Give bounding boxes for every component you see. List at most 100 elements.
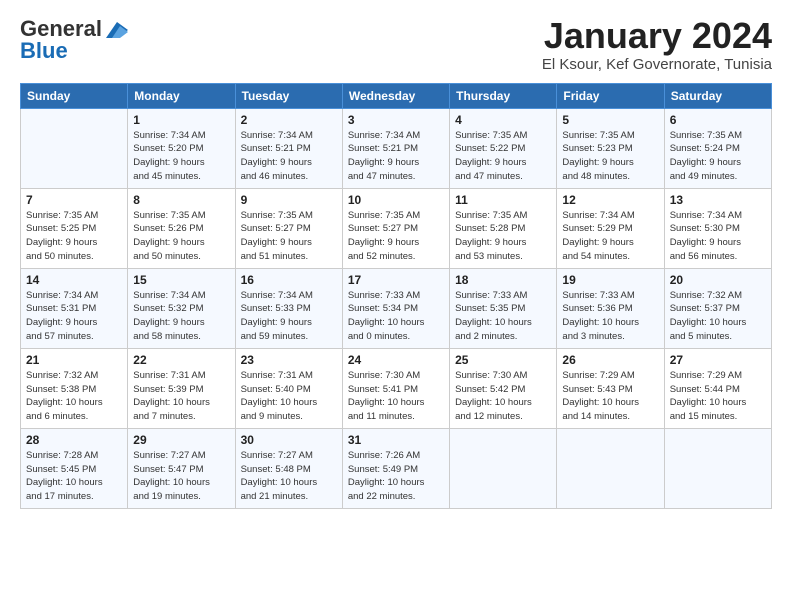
- day-number: 17: [348, 273, 444, 287]
- day-info: Sunrise: 7:35 AM Sunset: 5:26 PM Dayligh…: [133, 209, 229, 264]
- day-cell: 31 Sunrise: 7:26 AM Sunset: 5:49 PM Dayli…: [342, 428, 449, 508]
- day-info: Sunrise: 7:34 AM Sunset: 5:32 PM Dayligh…: [133, 289, 229, 344]
- header-cell-thursday: Thursday: [450, 83, 557, 108]
- header-cell-tuesday: Tuesday: [235, 83, 342, 108]
- day-info: Sunrise: 7:35 AM Sunset: 5:27 PM Dayligh…: [241, 209, 337, 264]
- day-cell: 17 Sunrise: 7:33 AM Sunset: 5:34 PM Dayli…: [342, 268, 449, 348]
- day-number: 29: [133, 433, 229, 447]
- day-cell: [664, 428, 771, 508]
- day-number: 9: [241, 193, 337, 207]
- day-cell: 28Sunrise: 7:28 AM Sunset: 5:45 PM Dayli…: [21, 428, 128, 508]
- day-cell: 14 Sunrise: 7:34 AM Sunset: 5:31 PM Dayli…: [21, 268, 128, 348]
- day-cell: 20 Sunrise: 7:32 AM Sunset: 5:37 PM Dayli…: [664, 268, 771, 348]
- header-cell-sunday: Sunday: [21, 83, 128, 108]
- day-cell: 25 Sunrise: 7:30 AM Sunset: 5:42 PM Dayli…: [450, 348, 557, 428]
- calendar-table: SundayMondayTuesdayWednesdayThursdayFrid…: [20, 83, 772, 509]
- day-info: Sunrise: 7:27 AM Sunset: 5:48 PM Dayligh…: [241, 449, 337, 504]
- day-cell: 12Sunrise: 7:34 AM Sunset: 5:29 PM Dayli…: [557, 188, 664, 268]
- day-info: Sunrise: 7:34 AM Sunset: 5:31 PM Dayligh…: [26, 289, 122, 344]
- day-cell: 29 Sunrise: 7:27 AM Sunset: 5:47 PM Dayli…: [128, 428, 235, 508]
- day-cell: 30 Sunrise: 7:27 AM Sunset: 5:48 PM Dayli…: [235, 428, 342, 508]
- day-number: 4: [455, 113, 551, 127]
- day-info: Sunrise: 7:31 AM Sunset: 5:40 PM Dayligh…: [241, 369, 337, 424]
- day-number: 3: [348, 113, 444, 127]
- day-info: Sunrise: 7:33 AM Sunset: 5:35 PM Dayligh…: [455, 289, 551, 344]
- week-row-5: 28Sunrise: 7:28 AM Sunset: 5:45 PM Dayli…: [21, 428, 772, 508]
- day-cell: 3 Sunrise: 7:34 AM Sunset: 5:21 PM Daylig…: [342, 108, 449, 188]
- day-info: Sunrise: 7:28 AM Sunset: 5:45 PM Dayligh…: [26, 449, 122, 504]
- week-row-1: 1Sunrise: 7:34 AM Sunset: 5:20 PM Daylig…: [21, 108, 772, 188]
- header-cell-wednesday: Wednesday: [342, 83, 449, 108]
- day-cell: [450, 428, 557, 508]
- day-cell: 8 Sunrise: 7:35 AM Sunset: 5:26 PM Daylig…: [128, 188, 235, 268]
- day-number: 22: [133, 353, 229, 367]
- day-cell: 7 Sunrise: 7:35 AM Sunset: 5:25 PM Daylig…: [21, 188, 128, 268]
- day-cell: 26 Sunrise: 7:29 AM Sunset: 5:43 PM Dayli…: [557, 348, 664, 428]
- day-cell: [21, 108, 128, 188]
- logo-blue: Blue: [20, 38, 68, 64]
- day-info: Sunrise: 7:34 AM Sunset: 5:21 PM Dayligh…: [241, 129, 337, 184]
- day-number: 14: [26, 273, 122, 287]
- title-area: January 2024 El Ksour, Kef Governorate, …: [542, 16, 772, 73]
- day-cell: 2Sunrise: 7:34 AM Sunset: 5:21 PM Daylig…: [235, 108, 342, 188]
- day-info: Sunrise: 7:30 AM Sunset: 5:42 PM Dayligh…: [455, 369, 551, 424]
- day-info: Sunrise: 7:27 AM Sunset: 5:47 PM Dayligh…: [133, 449, 229, 504]
- logo: General Blue: [20, 16, 128, 64]
- week-row-2: 7 Sunrise: 7:35 AM Sunset: 5:25 PM Daylig…: [21, 188, 772, 268]
- day-number: 7: [26, 193, 122, 207]
- day-number: 8: [133, 193, 229, 207]
- day-info: Sunrise: 7:32 AM Sunset: 5:37 PM Dayligh…: [670, 289, 766, 344]
- day-info: Sunrise: 7:30 AM Sunset: 5:41 PM Dayligh…: [348, 369, 444, 424]
- day-cell: 5Sunrise: 7:35 AM Sunset: 5:23 PM Daylig…: [557, 108, 664, 188]
- day-number: 13: [670, 193, 766, 207]
- day-number: 10: [348, 193, 444, 207]
- day-cell: 9 Sunrise: 7:35 AM Sunset: 5:27 PM Daylig…: [235, 188, 342, 268]
- day-cell: 22Sunrise: 7:31 AM Sunset: 5:39 PM Dayli…: [128, 348, 235, 428]
- header-cell-saturday: Saturday: [664, 83, 771, 108]
- week-row-4: 21Sunrise: 7:32 AM Sunset: 5:38 PM Dayli…: [21, 348, 772, 428]
- day-number: 19: [562, 273, 658, 287]
- day-info: Sunrise: 7:33 AM Sunset: 5:34 PM Dayligh…: [348, 289, 444, 344]
- day-number: 11: [455, 193, 551, 207]
- day-cell: 6Sunrise: 7:35 AM Sunset: 5:24 PM Daylig…: [664, 108, 771, 188]
- page: General Blue January 2024 El Ksour, Kef …: [0, 0, 792, 521]
- day-info: Sunrise: 7:32 AM Sunset: 5:38 PM Dayligh…: [26, 369, 122, 424]
- day-info: Sunrise: 7:34 AM Sunset: 5:33 PM Dayligh…: [241, 289, 337, 344]
- day-info: Sunrise: 7:34 AM Sunset: 5:30 PM Dayligh…: [670, 209, 766, 264]
- day-cell: 16 Sunrise: 7:34 AM Sunset: 5:33 PM Dayli…: [235, 268, 342, 348]
- day-number: 18: [455, 273, 551, 287]
- week-row-3: 14 Sunrise: 7:34 AM Sunset: 5:31 PM Dayli…: [21, 268, 772, 348]
- day-cell: 27Sunrise: 7:29 AM Sunset: 5:44 PM Dayli…: [664, 348, 771, 428]
- day-info: Sunrise: 7:29 AM Sunset: 5:43 PM Dayligh…: [562, 369, 658, 424]
- day-cell: 19 Sunrise: 7:33 AM Sunset: 5:36 PM Dayli…: [557, 268, 664, 348]
- day-info: Sunrise: 7:35 AM Sunset: 5:28 PM Dayligh…: [455, 209, 551, 264]
- day-cell: 18 Sunrise: 7:33 AM Sunset: 5:35 PM Dayli…: [450, 268, 557, 348]
- day-cell: 1Sunrise: 7:34 AM Sunset: 5:20 PM Daylig…: [128, 108, 235, 188]
- day-info: Sunrise: 7:35 AM Sunset: 5:22 PM Dayligh…: [455, 129, 551, 184]
- day-info: Sunrise: 7:35 AM Sunset: 5:23 PM Dayligh…: [562, 129, 658, 184]
- day-info: Sunrise: 7:34 AM Sunset: 5:29 PM Dayligh…: [562, 209, 658, 264]
- day-number: 6: [670, 113, 766, 127]
- day-number: 30: [241, 433, 337, 447]
- day-number: 26: [562, 353, 658, 367]
- header: General Blue January 2024 El Ksour, Kef …: [20, 16, 772, 73]
- day-info: Sunrise: 7:33 AM Sunset: 5:36 PM Dayligh…: [562, 289, 658, 344]
- day-number: 25: [455, 353, 551, 367]
- day-info: Sunrise: 7:29 AM Sunset: 5:44 PM Dayligh…: [670, 369, 766, 424]
- day-number: 31: [348, 433, 444, 447]
- logo-icon: [106, 22, 128, 38]
- header-cell-friday: Friday: [557, 83, 664, 108]
- day-info: Sunrise: 7:35 AM Sunset: 5:25 PM Dayligh…: [26, 209, 122, 264]
- day-info: Sunrise: 7:35 AM Sunset: 5:27 PM Dayligh…: [348, 209, 444, 264]
- day-number: 1: [133, 113, 229, 127]
- day-number: 20: [670, 273, 766, 287]
- day-number: 16: [241, 273, 337, 287]
- day-info: Sunrise: 7:34 AM Sunset: 5:21 PM Dayligh…: [348, 129, 444, 184]
- day-number: 23: [241, 353, 337, 367]
- day-cell: 23 Sunrise: 7:31 AM Sunset: 5:40 PM Dayli…: [235, 348, 342, 428]
- day-info: Sunrise: 7:26 AM Sunset: 5:49 PM Dayligh…: [348, 449, 444, 504]
- day-cell: 10 Sunrise: 7:35 AM Sunset: 5:27 PM Dayli…: [342, 188, 449, 268]
- day-cell: 21Sunrise: 7:32 AM Sunset: 5:38 PM Dayli…: [21, 348, 128, 428]
- month-title: January 2024: [542, 16, 772, 56]
- header-cell-monday: Monday: [128, 83, 235, 108]
